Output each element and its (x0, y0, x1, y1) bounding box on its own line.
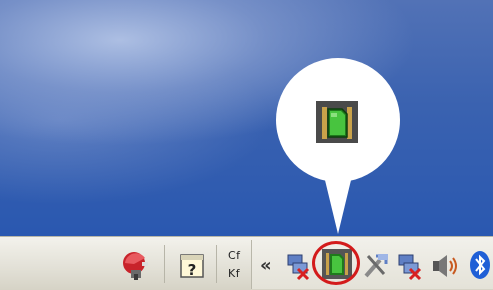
svg-text:?: ? (188, 261, 197, 279)
desktop-background (0, 0, 493, 236)
highlight-ring (312, 241, 360, 285)
safely-remove-hardware-icon[interactable] (120, 248, 154, 286)
sd-card-icon-enlarged (316, 101, 358, 143)
tools-icon[interactable] (362, 250, 390, 284)
help-icon[interactable]: ? (178, 252, 206, 284)
volume-icon[interactable] (430, 251, 460, 285)
language-indicator-top[interactable]: Cf (228, 250, 241, 262)
show-hidden-icons-button[interactable]: « (260, 255, 272, 276)
zoom-callout (274, 58, 402, 238)
network-disconnected-2-icon[interactable] (396, 251, 424, 285)
bluetooth-icon[interactable] (468, 249, 492, 285)
taskbar-separator (164, 245, 165, 283)
network-disconnected-icon[interactable] (284, 251, 312, 285)
taskbar-separator (216, 245, 217, 283)
language-indicator-bottom[interactable]: Kf (228, 268, 240, 280)
